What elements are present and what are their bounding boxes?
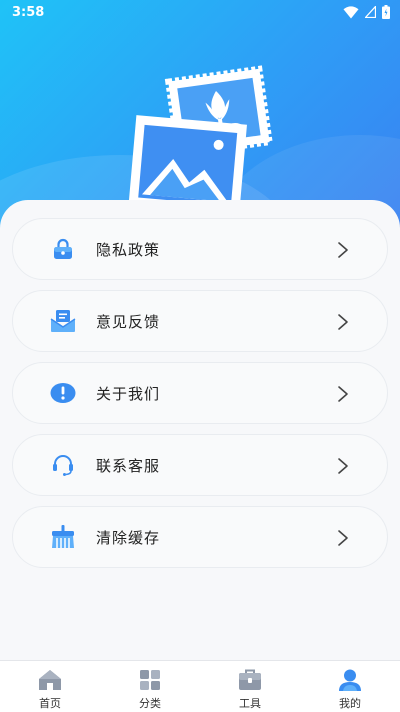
menu-item-label: 隐私政策 [96, 240, 161, 259]
menu-item-label: 清除缓存 [96, 528, 161, 547]
tab-label: 工具 [239, 697, 261, 710]
grid-icon [138, 668, 162, 692]
menu-item-customer-service[interactable]: 联系客服 [12, 434, 388, 496]
lock-icon [50, 236, 76, 262]
menu-item-privacy-policy[interactable]: 隐私政策 [12, 218, 388, 280]
mail-feedback-icon [50, 308, 76, 334]
status-bar: 3:58 [0, 0, 400, 24]
tab-mine[interactable]: 我的 [300, 661, 400, 712]
tab-tools[interactable]: 工具 [200, 661, 300, 712]
toolbox-icon [238, 668, 262, 692]
tab-label: 我的 [339, 697, 361, 710]
bottom-tab-bar: 首页 分类 工具 我的 [0, 660, 400, 712]
tab-label: 分类 [139, 697, 161, 710]
chevron-right-icon [338, 242, 348, 258]
battery-icon [382, 5, 390, 19]
tab-home[interactable]: 首页 [0, 661, 100, 712]
signal-icon [365, 6, 376, 18]
status-time: 3:58 [12, 4, 45, 20]
user-icon [338, 668, 362, 692]
menu-item-label: 联系客服 [96, 456, 161, 475]
menu-item-label: 关于我们 [96, 384, 161, 403]
home-icon [38, 668, 62, 692]
menu-item-feedback[interactable]: 意见反馈 [12, 290, 388, 352]
chevron-right-icon [338, 386, 348, 402]
chevron-right-icon [338, 458, 348, 474]
photo-frames-illustration [128, 65, 274, 212]
broom-icon [50, 524, 76, 550]
menu-item-about-us[interactable]: 关于我们 [12, 362, 388, 424]
wifi-icon [343, 5, 359, 18]
tab-label: 首页 [39, 697, 61, 710]
menu-item-label: 意见反馈 [96, 312, 161, 331]
chevron-right-icon [338, 530, 348, 546]
chevron-right-icon [338, 314, 348, 330]
menu-item-clear-cache[interactable]: 清除缓存 [12, 506, 388, 568]
tab-category[interactable]: 分类 [100, 661, 200, 712]
settings-panel: 隐私政策 意见反馈 关于我们 联系客服 清除缓存 [0, 200, 400, 660]
info-icon [50, 380, 76, 406]
headset-icon [50, 452, 76, 478]
